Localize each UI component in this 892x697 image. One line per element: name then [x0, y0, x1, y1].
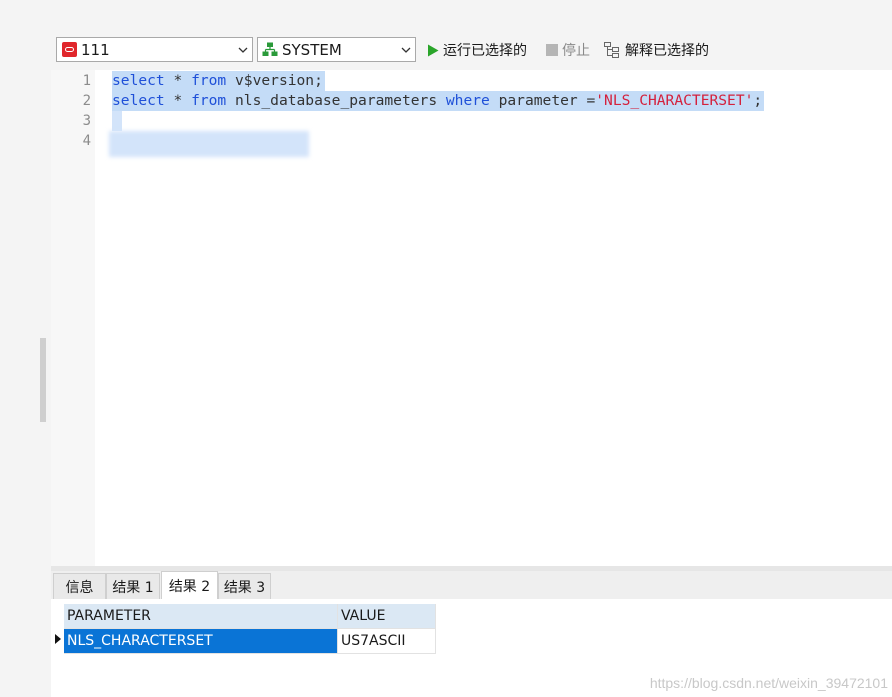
watermark: https://blog.csdn.net/weixin_39472101 — [649, 675, 888, 691]
oracle-connection-icon — [62, 42, 77, 57]
sql-keyword: from — [191, 92, 227, 109]
play-icon — [427, 44, 439, 57]
explain-selected-label: 解释已选择的 — [625, 43, 709, 59]
line-number: 2 — [82, 93, 91, 109]
tab-result-1-label: 结果 1 — [112, 579, 154, 596]
current-row-indicator-icon — [55, 634, 61, 644]
sql-keyword: from — [191, 72, 227, 89]
tab-result-3[interactable]: 结果 3 — [218, 573, 271, 599]
results-grid: PARAMETER VALUE NLS_CHARACTERSET US7ASCI… — [51, 599, 892, 697]
tab-result-1[interactable]: 结果 1 — [106, 573, 160, 599]
run-selected-label: 运行已选择的 — [443, 43, 527, 59]
tab-info-label: 信息 — [65, 579, 94, 596]
explain-selected-button[interactable]: 解释已选择的 — [604, 40, 709, 60]
query-toolbar: 111 SYSTEM 运行已选择的 停止 解释已选择的 — [51, 34, 892, 66]
schema-tree-icon — [262, 42, 278, 57]
blurred-text — [109, 131, 309, 157]
code-line-1[interactable]: select * from v$version; — [112, 71, 325, 91]
sql-keyword: select — [112, 72, 165, 89]
sql-string: 'NLS_CHARACTERSET' — [595, 92, 754, 109]
chevron-down-icon[interactable] — [234, 47, 252, 53]
tab-result-3-label: 结果 3 — [223, 579, 266, 596]
cell-text: NLS_CHARACTERSET — [67, 633, 213, 649]
line-number: 1 — [82, 73, 91, 89]
stop-icon — [546, 44, 558, 56]
line-number-gutter: 1 2 3 4 — [51, 70, 95, 566]
explain-plan-icon — [604, 42, 621, 58]
sql-keyword: select — [112, 92, 165, 109]
chevron-down-icon[interactable] — [397, 47, 415, 53]
side-splitter[interactable] — [40, 338, 46, 422]
result-tabs: 信息 结果 1 结果 2 结果 3 — [51, 571, 892, 600]
sql-text: parameter = — [489, 92, 596, 109]
table-cell[interactable]: US7ASCII — [338, 629, 436, 654]
cell-text: US7ASCII — [341, 633, 406, 649]
column-header-label: PARAMETER — [67, 608, 151, 624]
sql-text: nls_database_parameters — [226, 92, 446, 109]
stop-label: 停止 — [562, 43, 590, 59]
tab-result-2-label: 结果 2 — [168, 579, 211, 595]
schema-dropdown[interactable]: SYSTEM — [257, 37, 416, 62]
connection-dropdown[interactable]: 111 — [56, 37, 253, 62]
code-line-2[interactable]: select * from nls_database_parameters wh… — [112, 91, 765, 111]
run-selected-button[interactable]: 运行已选择的 — [427, 40, 527, 60]
sql-keyword: where — [445, 92, 490, 109]
connection-value: 111 — [81, 40, 110, 59]
line-number: 4 — [82, 133, 91, 149]
schema-value: SYSTEM — [282, 40, 342, 59]
column-header-value[interactable]: VALUE — [338, 604, 436, 629]
column-header-label: VALUE — [341, 608, 386, 624]
sql-text: * — [164, 72, 192, 89]
sql-editor[interactable]: 1 2 3 4 select * from v$version; select … — [51, 70, 892, 566]
column-header-parameter[interactable]: PARAMETER — [64, 604, 338, 629]
stop-button[interactable]: 停止 — [546, 40, 590, 60]
tab-result-2[interactable]: 结果 2 — [161, 571, 218, 600]
table-cell-selected[interactable]: NLS_CHARACTERSET — [64, 629, 338, 654]
selection-highlight — [112, 111, 122, 131]
sql-text: ; — [753, 92, 763, 109]
line-number: 3 — [82, 113, 91, 129]
tab-info[interactable]: 信息 — [53, 573, 106, 599]
sql-text: * — [164, 92, 192, 109]
sql-text: v$version; — [226, 72, 323, 89]
